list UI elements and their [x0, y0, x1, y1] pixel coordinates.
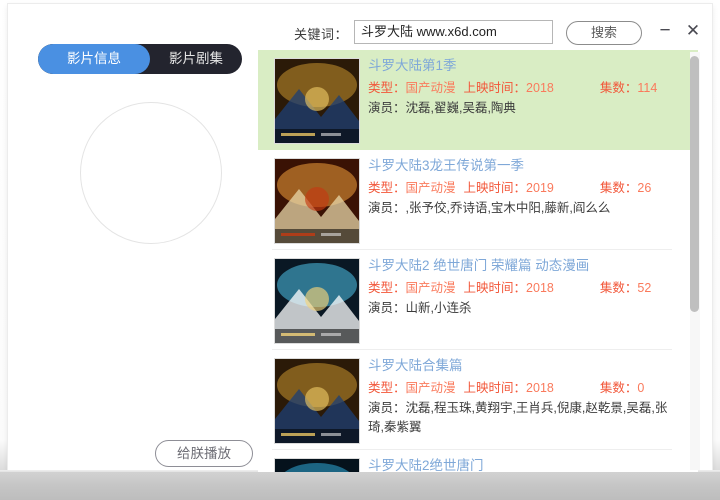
release-label: 上映时间：	[463, 381, 527, 395]
result-actors: 演员：山新,小连杀	[368, 299, 672, 318]
result-info: 斗罗大陆3龙王传说第一季类型：国产动漫 上映时间：2019 集数：26 演员：,张予佼…	[368, 156, 672, 218]
result-row[interactable]: 斗罗大陆合集篇类型：国产动漫 上映时间：2018 集数：0 演员：沈磊,程玉珠,黄翔宇…	[258, 350, 698, 450]
app-window: 关键词： 斗罗大陆 www.x6d.com 搜索 − ✕ 影片信息 影片剧集 给…	[0, 0, 720, 500]
result-title[interactable]: 斗罗大陆2绝世唐门	[368, 456, 672, 472]
episodes-value: 0	[637, 381, 645, 395]
result-row[interactable]: 斗罗大陆3龙王传说第一季类型：国产动漫 上映时间：2019 集数：26 演员：,张予佼…	[258, 150, 698, 250]
result-row[interactable]: 斗罗大陆2 绝世唐门 荣耀篇 动态漫画类型：国产动漫 上映时间：2018 集数：52…	[258, 250, 698, 350]
episodes-value: 52	[637, 281, 652, 295]
actors-value: 山新,小连杀	[405, 301, 472, 315]
actors-value: 沈磊,翟巍,吴磊,陶典	[405, 101, 516, 115]
result-thumbnail[interactable]	[274, 458, 360, 472]
actors-value: ,张予佼,乔诗语,宝木中阳,藤新,阎么么	[405, 201, 611, 215]
result-meta: 类型：国产动漫 上映时间：2019 集数：26	[368, 178, 672, 198]
result-info: 斗罗大陆2绝世唐门类型：国产动漫上映时间：集数：	[368, 456, 672, 472]
results-scrollbar-thumb[interactable]	[690, 56, 699, 312]
type-label: 类型：	[368, 181, 406, 195]
search-input[interactable]: 斗罗大陆 www.x6d.com	[354, 20, 553, 44]
type-value: 国产动漫	[405, 381, 456, 395]
minimize-button[interactable]: −	[654, 21, 676, 43]
result-row[interactable]: 斗罗大陆2绝世唐门类型：国产动漫上映时间：集数：	[258, 450, 698, 472]
release-value: 2018	[526, 281, 554, 295]
result-row[interactable]: 斗罗大陆第1季类型：国产动漫 上映时间：2018 集数：114 演员：沈磊,翟巍,吴磊…	[258, 50, 698, 150]
actors-label: 演员：	[368, 101, 406, 115]
episodes-label: 集数：	[599, 381, 638, 395]
release-value: 2019	[526, 181, 554, 195]
release-label: 上映时间：	[463, 281, 527, 295]
episodes-value: 26	[637, 181, 652, 195]
result-title[interactable]: 斗罗大陆第1季	[368, 56, 672, 76]
result-thumbnail[interactable]	[274, 258, 360, 344]
release-label: 上映时间：	[463, 81, 527, 95]
desktop-background	[0, 472, 720, 500]
result-title[interactable]: 斗罗大陆2 绝世唐门 荣耀篇 动态漫画	[368, 256, 672, 276]
result-title[interactable]: 斗罗大陆3龙王传说第一季	[368, 156, 672, 176]
result-info: 斗罗大陆第1季类型：国产动漫 上映时间：2018 集数：114 演员：沈磊,翟巍,吴磊…	[368, 56, 672, 118]
result-actors: 演员：,张予佼,乔诗语,宝木中阳,藤新,阎么么	[368, 199, 672, 218]
search-results-list[interactable]: 斗罗大陆第1季 类型：国产动漫 上映时间：2018 集数：114 演员：沈磊,翟巍,吴磊…	[258, 50, 698, 472]
type-label: 类型：	[368, 381, 406, 395]
episodes-label: 集数：	[599, 81, 638, 95]
release-value: 2018	[526, 381, 554, 395]
actors-label: 演员：	[368, 201, 406, 215]
episodes-value: 114	[637, 81, 658, 95]
actors-label: 演员：	[368, 301, 406, 315]
result-meta: 类型：国产动漫 上映时间：2018 集数：0	[368, 378, 672, 398]
type-label: 类型：	[368, 81, 406, 95]
episodes-label: 集数：	[599, 181, 638, 195]
episodes-label: 集数：	[599, 281, 638, 295]
type-value: 国产动漫	[405, 181, 456, 195]
result-meta: 类型：国产动漫 上映时间：2018 集数：114	[368, 78, 672, 98]
release-value: 2018	[526, 81, 554, 95]
result-thumbnail[interactable]	[274, 58, 360, 144]
tab-bar: 影片信息 影片剧集	[38, 44, 242, 74]
search-button[interactable]: 搜索	[566, 21, 642, 45]
result-meta: 类型：国产动漫 上映时间：2018 集数：52	[368, 278, 672, 298]
type-label: 类型：	[368, 281, 406, 295]
type-value: 国产动漫	[405, 281, 456, 295]
actors-value: 沈磊,程玉珠,黄翔宇,王肖兵,倪康,赵乾景,吴磊,张琦,秦紫翼	[368, 401, 668, 434]
type-value: 国产动漫	[405, 81, 456, 95]
keyword-label: 关键词：	[294, 27, 349, 42]
result-title[interactable]: 斗罗大陆合集篇	[368, 356, 672, 376]
result-thumbnail[interactable]	[274, 358, 360, 444]
result-info: 斗罗大陆2 绝世唐门 荣耀篇 动态漫画类型：国产动漫 上映时间：2018 集数：52…	[368, 256, 672, 318]
detail-panel	[10, 80, 258, 470]
result-info: 斗罗大陆合集篇类型：国产动漫 上映时间：2018 集数：0 演员：沈磊,程玉珠,黄翔宇…	[368, 356, 672, 437]
play-button[interactable]: 给朕播放	[155, 440, 253, 467]
actors-label: 演员：	[368, 401, 406, 415]
title-bar: 关键词： 斗罗大陆 www.x6d.com 搜索 − ✕	[9, 5, 711, 45]
result-actors: 演员：沈磊,翟巍,吴磊,陶典	[368, 99, 672, 118]
close-button[interactable]: ✕	[682, 21, 704, 43]
tab-movie-info[interactable]: 影片信息	[38, 44, 150, 74]
result-thumbnail[interactable]	[274, 158, 360, 244]
release-label: 上映时间：	[463, 181, 527, 195]
poster-placeholder	[80, 102, 222, 244]
tab-movie-episodes[interactable]: 影片剧集	[150, 44, 242, 74]
result-actors: 演员：沈磊,程玉珠,黄翔宇,王肖兵,倪康,赵乾景,吴磊,张琦,秦紫翼	[368, 399, 672, 437]
